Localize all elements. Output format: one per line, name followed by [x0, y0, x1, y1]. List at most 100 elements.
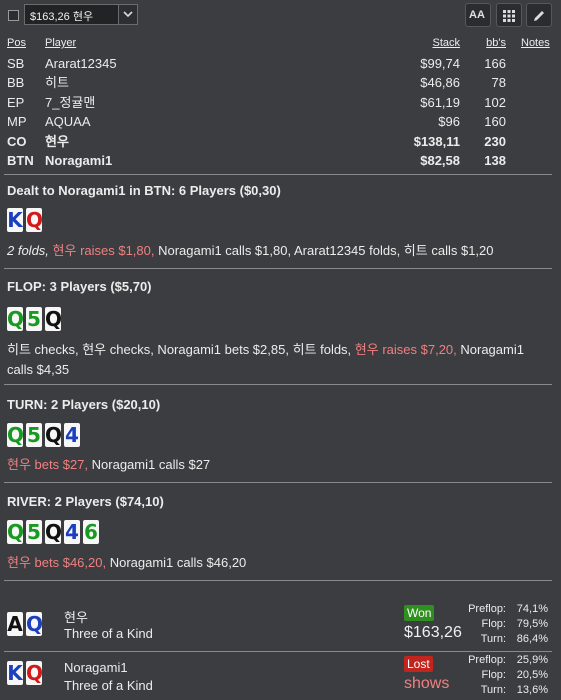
equity-value: 20,5%: [516, 669, 548, 681]
equity-value: 25,9%: [516, 654, 548, 666]
playing-card: Q: [26, 208, 44, 232]
table-row: CO 현우 $138,11 230: [0, 132, 561, 152]
playing-card: Q: [45, 520, 62, 544]
grid-button[interactable]: [496, 3, 522, 27]
playing-card: Q: [45, 307, 62, 331]
header-bbs[interactable]: bb's: [486, 34, 506, 54]
card-rank: 4: [65, 423, 79, 447]
player-stack: $96: [438, 114, 460, 129]
result-amount: $163,26: [404, 624, 462, 641]
flop-actions: 히트 checks, 현우 checks, Noragami1 bets $2,…: [7, 340, 547, 380]
player-pos: EP: [7, 94, 25, 110]
divider: [4, 174, 552, 175]
equity-value: 86,4%: [516, 633, 548, 645]
playing-card: 5: [26, 423, 42, 447]
table-row: MP AQUAA $96 160: [0, 112, 561, 132]
equity-value: 79,5%: [516, 618, 548, 630]
player-pos: MP: [7, 114, 27, 129]
equity-label: Turn:: [480, 633, 506, 645]
equity-label: Preflop:: [468, 603, 506, 615]
player-stack: $46,86: [420, 75, 460, 90]
playing-card: K: [7, 208, 23, 232]
select-checkbox[interactable]: [8, 10, 19, 21]
result-player-name: 현우: [64, 610, 88, 625]
result-row: AQ 현우 Three of a Kind Won $163,26 Preflo…: [0, 600, 561, 650]
header-pos[interactable]: Pos: [7, 34, 26, 54]
pencil-icon: [534, 11, 544, 21]
playing-card: Q: [7, 423, 25, 447]
player-select[interactable]: $163,26 현우: [24, 4, 138, 25]
card-rank: Q: [7, 307, 25, 331]
player-name: 7_정귤맨: [45, 94, 96, 110]
river-cards: Q5Q46: [7, 520, 102, 548]
player-stack: $82,58: [420, 153, 460, 168]
action-text: 2 folds,: [7, 243, 53, 258]
turn-cards: Q5Q4: [7, 423, 83, 451]
player-name: 현우: [45, 133, 69, 149]
result-hand: Three of a Kind: [64, 678, 153, 693]
players-table: Pos Player Stack bb's Notes SB Ararat123…: [0, 34, 561, 171]
players-table-header: Pos Player Stack bb's Notes: [0, 34, 561, 54]
font-size-button[interactable]: AA: [465, 3, 491, 27]
card-rank: Q: [7, 423, 25, 447]
player-pos: CO: [7, 133, 27, 149]
result-hand: Three of a Kind: [64, 626, 153, 641]
playing-card: 5: [26, 307, 42, 331]
card-rank: K: [7, 208, 23, 232]
action-text: 히트 checks, 현우 checks, Noragami1 bets $2,…: [7, 342, 355, 357]
turn-actions: 현우 bets $27, Noragami1 calls $27: [7, 455, 547, 475]
preflop-actions: 2 folds, 현우 raises $1,80, Noragami1 call…: [7, 241, 547, 261]
playing-card: 4: [64, 423, 80, 447]
flop-cards: Q5Q: [7, 307, 64, 335]
player-name: AQUAA: [45, 114, 91, 129]
player-stack: $99,74: [420, 55, 460, 71]
edit-button[interactable]: [526, 3, 552, 27]
divider: [4, 482, 552, 483]
chevron-down-icon[interactable]: [118, 5, 137, 24]
playing-card: Q: [7, 307, 25, 331]
divider: [4, 268, 552, 269]
action-text: 현우 raises $7,20,: [354, 342, 457, 357]
equity-label: Flop:: [481, 669, 506, 681]
card-rank: Q: [26, 612, 44, 636]
river-title: RIVER: 2 Players ($74,10): [7, 494, 164, 509]
player-select-value: $163,26 현우: [30, 11, 94, 23]
equity-value: 13,6%: [516, 684, 548, 696]
toolbar: $163,26 현우 AA: [0, 0, 561, 30]
equity-value: 74,1%: [516, 603, 548, 615]
action-text: Noragami1 calls $27: [88, 457, 211, 472]
result-hole-cards: KQ: [7, 661, 45, 689]
card-rank: A: [7, 612, 23, 636]
playing-card: A: [7, 612, 23, 636]
preflop-title: Dealt to Noragami1 in BTN: 6 Players ($0…: [7, 183, 281, 198]
card-rank: Q: [26, 661, 44, 685]
playing-card: Q: [7, 520, 24, 544]
divider: [4, 384, 552, 385]
card-rank: 5: [27, 520, 41, 544]
card-rank: 4: [65, 520, 79, 544]
action-text: 현우 bets $27,: [7, 457, 89, 472]
river-actions: 현우 bets $46,20, Noragami1 calls $46,20: [7, 553, 547, 573]
header-notes[interactable]: Notes: [521, 34, 550, 54]
playing-card: K: [7, 661, 23, 685]
player-bb: 230: [484, 133, 506, 149]
equity-label: Preflop:: [468, 654, 506, 666]
playing-card: Q: [26, 661, 44, 685]
action-text: Noragami1 calls $46,20: [106, 555, 247, 570]
player-name: Noragami1: [45, 153, 113, 168]
preflop-cards: KQ: [7, 208, 45, 236]
status-badge: Lost: [404, 656, 433, 672]
playing-card: 6: [83, 520, 99, 544]
card-rank: Q: [26, 208, 44, 232]
header-player[interactable]: Player: [45, 34, 76, 54]
header-stack[interactable]: Stack: [432, 34, 460, 54]
playing-card: Q: [45, 423, 62, 447]
player-bb: 138: [484, 153, 506, 168]
table-row: SB Ararat12345 $99,74 166: [0, 54, 561, 74]
action-text: 현우 bets $46,20,: [7, 555, 107, 570]
playing-card: 4: [64, 520, 80, 544]
grid-icon: [503, 10, 515, 22]
player-bb: 160: [484, 114, 506, 129]
equity-label: Turn:: [480, 684, 506, 696]
table-row: EP 7_정귤맨 $61,19 102: [0, 93, 561, 113]
